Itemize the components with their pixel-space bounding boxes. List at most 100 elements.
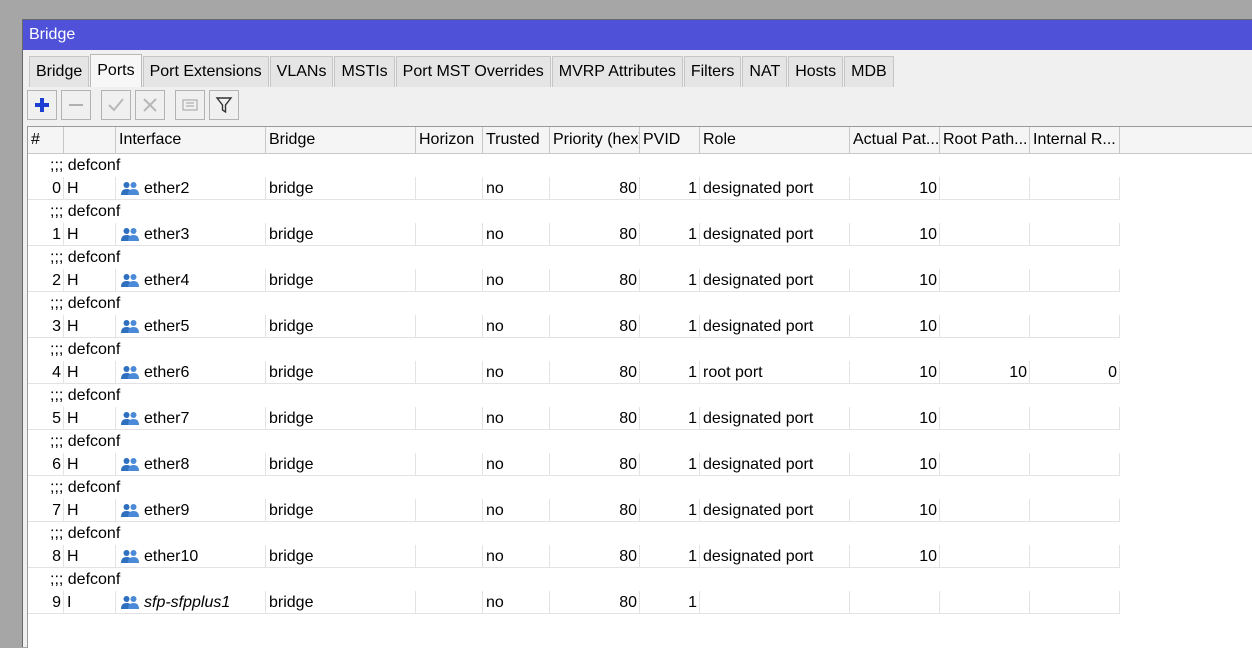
comment-row[interactable]: ;;; defconf bbox=[28, 154, 1252, 177]
disable-button[interactable] bbox=[135, 90, 165, 120]
add-button[interactable] bbox=[27, 90, 57, 120]
comment-row[interactable]: ;;; defconf bbox=[28, 200, 1252, 223]
tab-mvrp-attributes[interactable]: MVRP Attributes bbox=[551, 56, 683, 87]
cell-root: 10 bbox=[940, 361, 1030, 384]
cell-trusted: no bbox=[483, 453, 550, 476]
tab-hosts[interactable]: Hosts bbox=[788, 56, 844, 87]
header-col-internal-root-path-cost[interactable]: Internal R... bbox=[1030, 127, 1120, 153]
table-row[interactable]: 6 Hether8 bridge no 80 1 designated port 10 bbox=[28, 453, 1252, 476]
comment-row[interactable]: ;;; defconf bbox=[28, 292, 1252, 315]
header-col-bridge[interactable]: Bridge bbox=[266, 127, 416, 153]
cell-interface: ether7 bbox=[116, 407, 266, 430]
header-col-pvid[interactable]: PVID bbox=[640, 127, 700, 153]
cell-interface: ether8 bbox=[116, 453, 266, 476]
cell-root bbox=[940, 407, 1030, 430]
tab-port-mst-overrides[interactable]: Port MST Overrides bbox=[395, 56, 551, 87]
cell-role: designated port bbox=[700, 177, 850, 200]
cell-flag: H bbox=[64, 269, 116, 292]
title-bar[interactable]: Bridge bbox=[23, 20, 1252, 50]
comment-row[interactable]: ;;; defconf bbox=[28, 476, 1252, 499]
cell-num: 5 bbox=[28, 407, 64, 430]
header-col-priority[interactable]: Priority (hex) bbox=[550, 127, 640, 153]
header-col-interface[interactable]: Interface bbox=[116, 127, 266, 153]
tab-mdb[interactable]: MDB bbox=[844, 56, 894, 87]
cell-internal bbox=[1030, 453, 1120, 476]
cell-root bbox=[940, 591, 1030, 614]
cell-root bbox=[940, 499, 1030, 522]
header-col-trusted[interactable]: Trusted bbox=[483, 127, 550, 153]
table-row[interactable]: 5 Hether7 bridge no 80 1 designated port 10 bbox=[28, 407, 1252, 430]
comment-button[interactable] bbox=[175, 90, 205, 120]
cell-role: designated port bbox=[700, 223, 850, 246]
header-col-flags[interactable] bbox=[64, 127, 116, 153]
cell-priority: 80 bbox=[550, 545, 640, 568]
header-col-horizon[interactable]: Horizon bbox=[416, 127, 483, 153]
row-comment: ;;; defconf bbox=[50, 571, 121, 588]
cell-num: 7 bbox=[28, 499, 64, 522]
cell-bridge: bridge bbox=[266, 545, 416, 568]
cell-bridge: bridge bbox=[266, 269, 416, 292]
cell-actual bbox=[850, 591, 940, 614]
tab-ports[interactable]: Ports bbox=[90, 54, 142, 87]
cell-flag: H bbox=[64, 545, 116, 568]
x-icon bbox=[143, 98, 157, 112]
filter-button[interactable] bbox=[209, 90, 239, 120]
cell-trusted: no bbox=[483, 223, 550, 246]
cell-internal: 0 bbox=[1030, 361, 1120, 384]
header-col-number[interactable]: # bbox=[28, 127, 64, 153]
interface-icon bbox=[121, 320, 139, 333]
tab-filters[interactable]: Filters bbox=[683, 56, 742, 87]
cell-priority: 80 bbox=[550, 223, 640, 246]
header-col-actual-path-cost[interactable]: Actual Pat... bbox=[850, 127, 940, 153]
tab-bridge[interactable]: Bridge bbox=[29, 56, 90, 87]
table-row[interactable]: 9 Isfp-sfpplus1 bridge no 80 1 bbox=[28, 591, 1252, 614]
comment-row[interactable]: ;;; defconf bbox=[28, 384, 1252, 407]
cell-root bbox=[940, 545, 1030, 568]
cell-num: 2 bbox=[28, 269, 64, 292]
table-row[interactable]: 8 Hether10 bridge no 80 1 designated port 10 bbox=[28, 545, 1252, 568]
tab-vlans[interactable]: VLANs bbox=[269, 56, 334, 87]
cell-interface: ether10 bbox=[116, 545, 266, 568]
cell-num: 0 bbox=[28, 177, 64, 200]
cell-horizon bbox=[416, 177, 483, 200]
cell-priority: 80 bbox=[550, 407, 640, 430]
table-row[interactable]: 3 Hether5 bridge no 80 1 designated port 10 bbox=[28, 315, 1252, 338]
interface-icon bbox=[121, 366, 139, 379]
table-row[interactable]: 1 Hether3 bridge no 80 1 designated port 10 bbox=[28, 223, 1252, 246]
cell-flag: H bbox=[64, 177, 116, 200]
remove-button[interactable] bbox=[61, 90, 91, 120]
table-row[interactable]: 2 Hether4 bridge no 80 1 designated port 10 bbox=[28, 269, 1252, 292]
cell-interface: ether3 bbox=[116, 223, 266, 246]
row-comment: ;;; defconf bbox=[50, 387, 121, 404]
comment-row[interactable]: ;;; defconf bbox=[28, 522, 1252, 545]
comment-row[interactable]: ;;; defconf bbox=[28, 338, 1252, 361]
comment-row[interactable]: ;;; defconf bbox=[28, 430, 1252, 453]
cell-role bbox=[700, 591, 850, 614]
row-comment: ;;; defconf bbox=[50, 295, 121, 312]
header-col-root-path-cost[interactable]: Root Path... bbox=[940, 127, 1030, 153]
cell-horizon bbox=[416, 315, 483, 338]
table-row[interactable]: 4 Hether6 bridge no 80 1 root port 10 10 0 bbox=[28, 361, 1252, 384]
cell-num: 3 bbox=[28, 315, 64, 338]
interface-name: ether4 bbox=[144, 272, 190, 289]
interface-name: sfp-sfpplus1 bbox=[144, 594, 231, 611]
cell-horizon bbox=[416, 269, 483, 292]
cell-flag: I bbox=[64, 591, 116, 614]
table-row[interactable]: 7 Hether9 bridge no 80 1 designated port 10 bbox=[28, 499, 1252, 522]
header-col-role[interactable]: Role bbox=[700, 127, 850, 153]
comment-row[interactable]: ;;; defconf bbox=[28, 246, 1252, 269]
cell-flag: H bbox=[64, 499, 116, 522]
comment-row[interactable]: ;;; defconf bbox=[28, 568, 1252, 591]
table-header: # Interface Bridge Horizon Trusted Priority (… bbox=[28, 127, 1252, 154]
enable-button[interactable] bbox=[101, 90, 131, 120]
cell-interface: ether6 bbox=[116, 361, 266, 384]
tab-mstis[interactable]: MSTIs bbox=[334, 56, 395, 87]
tab-nat[interactable]: NAT bbox=[742, 56, 788, 87]
cell-actual: 10 bbox=[850, 269, 940, 292]
cell-horizon bbox=[416, 453, 483, 476]
cell-internal bbox=[1030, 315, 1120, 338]
tab-port-extensions[interactable]: Port Extensions bbox=[142, 56, 269, 87]
table-row[interactable]: 0 Hether2 bridge no 80 1 designated port 10 bbox=[28, 177, 1252, 200]
interface-name: ether8 bbox=[144, 456, 190, 473]
cell-trusted: no bbox=[483, 499, 550, 522]
